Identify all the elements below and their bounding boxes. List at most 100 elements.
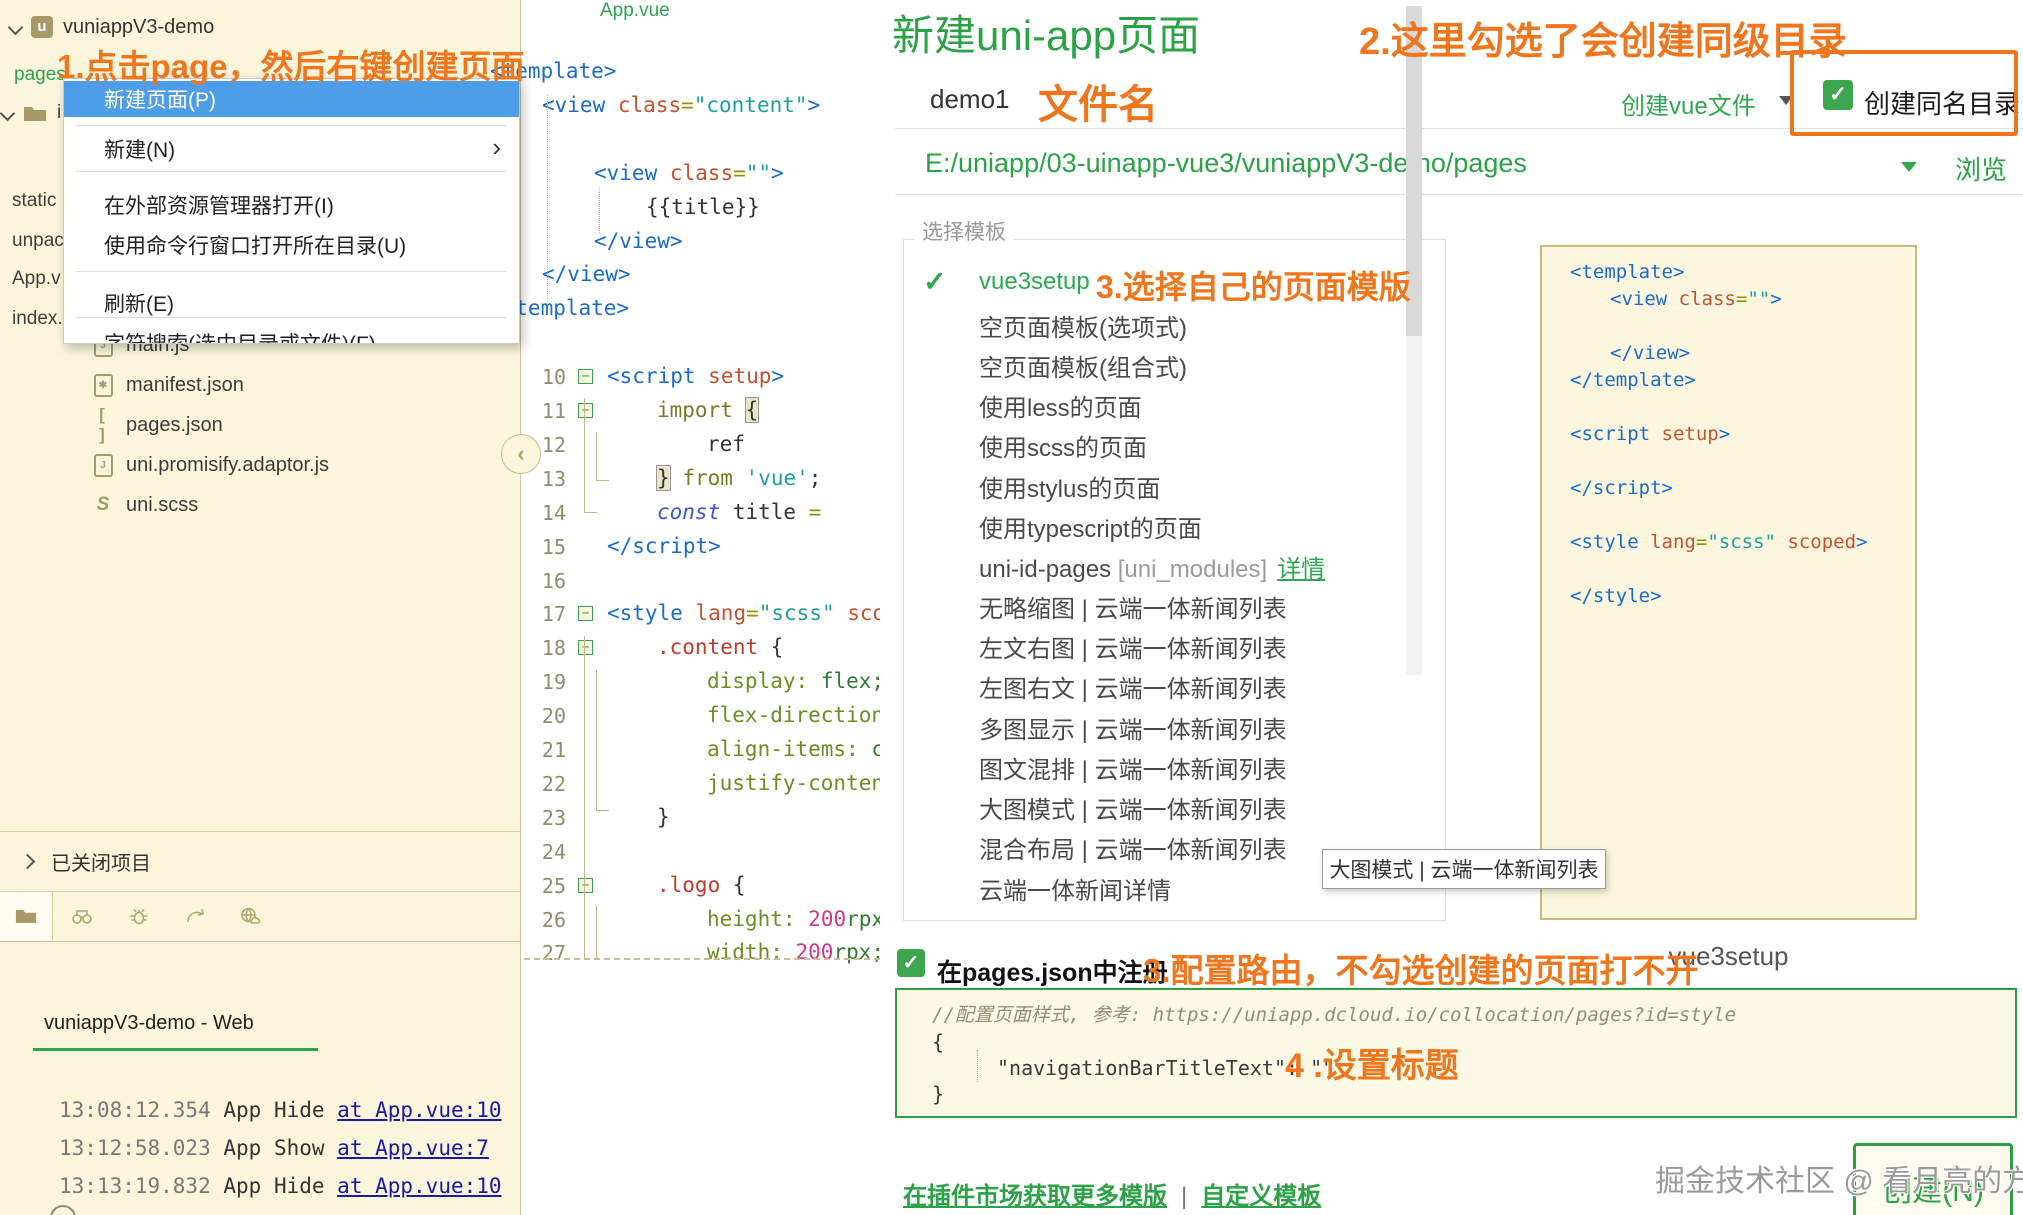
hbuilderx-window: u vuniappV3-demo pages i static unpac Ap…	[0, 0, 2023, 1215]
template-scrollbar[interactable]	[1406, 6, 1422, 675]
file-row-uni.promisify.adaptor.js[interactable]: Juni.promisify.adaptor.js	[0, 448, 520, 482]
template-item[interactable]: 左文右图 | 云端一体新闻列表	[880, 629, 1400, 661]
register-pages-checkbox[interactable]: ✓	[897, 949, 925, 977]
code-token: {	[758, 635, 783, 659]
template-item-label[interactable]: 左文右图 | 云端一体新闻列表	[979, 629, 1287, 664]
template-item[interactable]: 多图显示 | 云端一体新闻列表	[880, 710, 1400, 742]
code-line-14: 14const title =	[460, 498, 880, 530]
template-item-suffix: [uni_modules]	[1111, 556, 1267, 583]
code-line-11: 11−import {	[460, 396, 880, 428]
run-export-icon[interactable]	[184, 904, 208, 928]
template-item-label[interactable]: 图文混排 | 云端一体新闻列表	[979, 750, 1287, 785]
template-item[interactable]: 图文混排 | 云端一体新闻列表	[880, 750, 1400, 782]
line-number: 15	[536, 535, 566, 559]
template-item[interactable]: uni-id-pages [uni_modules]详情	[880, 549, 1400, 581]
file-row-manifest.json[interactable]: ✱manifest.json	[0, 368, 520, 402]
code-editor[interactable]: App.vue <template><view class="content">…	[460, 0, 880, 1215]
tree-item-index[interactable]: index.	[12, 308, 63, 330]
code-token: setup	[708, 364, 771, 388]
editor-tab-appvue[interactable]: App.vue	[600, 0, 670, 22]
tree-item-static[interactable]: static	[12, 190, 56, 212]
file-row-pages.json[interactable]: [ ]pages.json	[0, 408, 520, 442]
project-name[interactable]: vuniappV3-demo	[63, 16, 214, 39]
path-dropdown[interactable]: E:/uniapp/03-uinapp-vue3/vuniappV3-demo/…	[925, 148, 1527, 179]
globe-cloud-icon[interactable]	[238, 904, 262, 928]
file-label: uni.promisify.adaptor.js	[126, 454, 329, 477]
sidebar-collapse-handle[interactable]: ‹	[501, 434, 541, 474]
template-item[interactable]: 无略缩图 | 云端一体新闻列表	[880, 589, 1400, 621]
search-binoculars-icon[interactable]	[70, 904, 94, 928]
template-item-label[interactable]: 空页面模板(组合式)	[979, 348, 1187, 383]
tree-item-appvue[interactable]: App.v	[12, 268, 61, 290]
code-token: rpx;	[846, 907, 880, 931]
template-item-label[interactable]: 使用less的页面	[979, 388, 1142, 423]
menu-item[interactable]: 新建(N)›	[64, 131, 519, 167]
register-pages-label[interactable]: 在pages.json中注册	[937, 953, 1168, 989]
template-item[interactable]: 空页面模板(组合式)	[880, 348, 1400, 380]
template-item-label[interactable]: uni-id-pages [uni_modules]详情	[979, 549, 1325, 584]
code-token: </view>	[1610, 342, 1690, 364]
menu-item[interactable]: 在外部资源管理器打开(I)	[64, 187, 519, 223]
config-comment: //配置页面样式, 参考: https://uniapp.dcloud.io/c…	[932, 1000, 1736, 1027]
preview-code-line: </view>	[1610, 342, 1690, 364]
fold-icon[interactable]: −	[578, 640, 593, 655]
template-item[interactable]: 使用less的页面	[880, 388, 1400, 420]
template-item-label[interactable]: 云端一体新闻详情	[979, 871, 1171, 906]
file-label: pages.json	[126, 414, 223, 437]
menu-item[interactable]: 刷新(E)	[64, 285, 519, 321]
template-item-label[interactable]: 使用typescript的页面	[979, 509, 1202, 544]
code-token: class	[618, 93, 681, 117]
chevron-down-icon[interactable]	[1901, 162, 1917, 172]
closed-projects-row[interactable]: 已关闭项目	[0, 831, 520, 891]
create-type-dropdown[interactable]: 创建vue文件	[1621, 86, 1756, 121]
template-item-label[interactable]: vue3setup	[979, 268, 1090, 296]
template-item-label[interactable]: 空页面模板(选项式)	[979, 308, 1187, 343]
chevron-right-icon[interactable]	[20, 854, 36, 870]
code-text: display: flex;	[707, 669, 880, 693]
debug-bug-icon[interactable]	[127, 904, 151, 928]
tree-item-unpackage[interactable]: unpac	[12, 230, 64, 252]
console-tab[interactable]: vuniappV3-demo - Web	[44, 1012, 254, 1035]
project-row[interactable]: u vuniappV3-demo	[10, 14, 214, 40]
template-item-label[interactable]: 无略缩图 | 云端一体新闻列表	[979, 589, 1287, 624]
fold-guide	[584, 636, 585, 958]
template-item[interactable]: 左图右文 | 云端一体新闻列表	[880, 669, 1400, 701]
template-item[interactable]: 大图模式 | 云端一体新闻列表	[880, 790, 1400, 822]
template-item-label[interactable]: 混合布局 | 云端一体新闻列表	[979, 830, 1287, 865]
tab-project-explorer[interactable]	[0, 892, 53, 940]
fold-icon[interactable]: −	[578, 369, 593, 384]
menu-item[interactable]: 字符搜索(选中目录或文件)(F)	[64, 325, 519, 344]
template-item-label[interactable]: 左图右文 | 云端一体新闻列表	[979, 669, 1287, 704]
template-item[interactable]: 使用typescript的页面	[880, 509, 1400, 541]
filename-input[interactable]: demo1	[930, 84, 1010, 115]
custom-template-link[interactable]: 自定义模板	[1201, 1183, 1321, 1210]
chevron-down-icon[interactable]	[8, 19, 24, 35]
fold-icon[interactable]: −	[578, 606, 593, 621]
log-event: App Show	[223, 1136, 337, 1160]
template-item-label[interactable]: 使用scss的页面	[979, 428, 1147, 463]
chevron-down-icon[interactable]	[0, 105, 15, 121]
config-title-line[interactable]: "navigationBarTitleText": ""	[997, 1056, 1334, 1080]
tree-item-folder[interactable]: i	[2, 102, 61, 124]
template-links-row: 在插件市场获取更多模版|自定义模板	[903, 1176, 1321, 1211]
browse-button[interactable]: 浏览	[1955, 150, 2007, 187]
template-item-label[interactable]: 大图模式 | 云端一体新闻列表	[979, 790, 1287, 825]
template-item-label[interactable]: 使用stylus的页面	[979, 469, 1160, 504]
template-item[interactable]: 使用stylus的页面	[880, 469, 1400, 501]
template-item-label[interactable]: 多图显示 | 云端一体新闻列表	[979, 710, 1287, 745]
template-detail-link[interactable]: 详情	[1277, 556, 1325, 583]
fold-icon[interactable]: −	[578, 878, 593, 893]
menu-item[interactable]: 使用命令行窗口打开所在目录(U)	[64, 227, 519, 263]
code-token	[808, 669, 821, 693]
market-templates-link[interactable]: 在插件市场获取更多模版	[903, 1183, 1167, 1210]
template-item[interactable]: 空页面模板(选项式)	[880, 308, 1400, 340]
line-number: 21	[536, 738, 566, 762]
code-token: flex-direction:	[707, 703, 880, 727]
code-text: .content {	[657, 635, 783, 659]
template-item[interactable]: 使用scss的页面	[880, 428, 1400, 460]
annotation-step1: 1.点击page，然后右键创建页面	[57, 40, 525, 88]
code-token	[733, 398, 746, 422]
code-token: ""	[1747, 288, 1770, 310]
file-row-uni.scss[interactable]: Suni.scss	[0, 488, 520, 522]
fold-guide	[596, 432, 609, 481]
